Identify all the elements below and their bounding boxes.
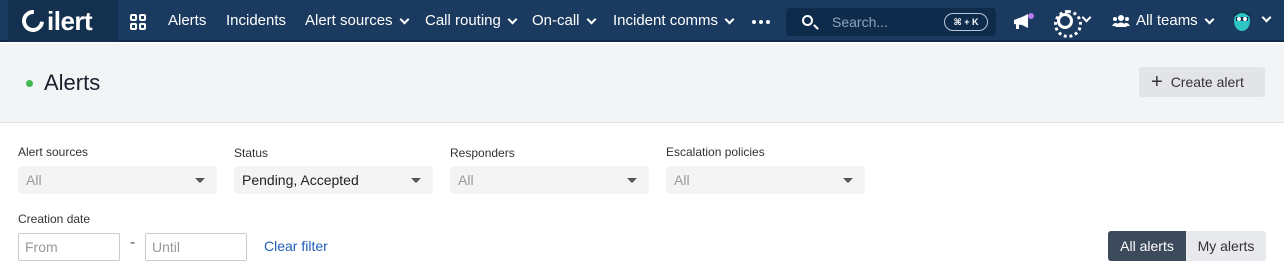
escalation-policies-select[interactable]: All: [666, 166, 865, 194]
clear-filter-link[interactable]: Clear filter: [264, 238, 328, 254]
chevron-down-icon: [586, 14, 596, 24]
dropdown-caret-icon: [843, 178, 853, 183]
search-placeholder: Search...: [832, 14, 889, 30]
chevron-down-icon[interactable]: [1261, 12, 1272, 23]
nav-alert-sources[interactable]: Alert sources: [305, 0, 409, 42]
logo-mark-icon: [17, 5, 49, 37]
my-alerts-toggle[interactable]: My alerts: [1186, 231, 1266, 261]
user-avatar[interactable]: [1232, 10, 1252, 32]
more-options-icon[interactable]: [752, 20, 770, 24]
nav-on-call[interactable]: On-call: [532, 0, 596, 42]
alert-sources-label: Alert sources: [18, 145, 89, 159]
chevron-down-icon: [507, 14, 518, 24]
escalation-policies-label: Escalation policies: [666, 145, 765, 159]
top-navbar: ilert Alerts Incidents Alert sources Cal…: [0, 0, 1284, 42]
nav-alerts[interactable]: Alerts: [168, 0, 206, 42]
ilert-logo[interactable]: ilert: [8, 0, 118, 42]
date-range-separator: -: [130, 234, 136, 251]
date-from-input[interactable]: From: [18, 233, 120, 261]
apps-grid-icon[interactable]: [130, 14, 146, 30]
status-label: Status: [234, 146, 269, 160]
nav-incidents[interactable]: Incidents: [226, 0, 286, 42]
teams-selector[interactable]: All teams: [1136, 0, 1215, 42]
create-alert-label: Create alert: [1170, 74, 1244, 90]
dropdown-caret-icon: [411, 178, 421, 183]
chevron-down-icon: [399, 14, 409, 24]
chevron-down-icon: [724, 14, 735, 24]
create-alert-button[interactable]: + Create alert: [1139, 67, 1265, 97]
responders-label: Responders: [450, 146, 515, 160]
teams-icon: [1112, 15, 1130, 27]
settings-gear-icon[interactable]: [1054, 10, 1082, 38]
dropdown-caret-icon: [627, 178, 637, 183]
nav-incident-comms[interactable]: Incident comms: [613, 0, 735, 42]
global-search-input[interactable]: Search... ⌘ + K: [786, 8, 996, 36]
search-icon: [802, 15, 813, 26]
plus-icon: +: [1151, 71, 1163, 93]
chevron-down-icon[interactable]: [1081, 12, 1092, 23]
logo-wordmark: ilert: [47, 6, 93, 36]
date-until-input[interactable]: Until: [145, 233, 247, 261]
status-indicator-dot: [26, 80, 33, 87]
alert-sources-select[interactable]: All: [18, 166, 217, 194]
announcements-megaphone-icon[interactable]: [1012, 12, 1034, 32]
page-header: Alerts + Create alert: [0, 44, 1284, 123]
status-select[interactable]: Pending, Accepted: [234, 166, 433, 194]
dropdown-caret-icon: [195, 178, 205, 183]
responders-select[interactable]: All: [450, 166, 649, 194]
nav-call-routing[interactable]: Call routing: [425, 0, 518, 42]
creation-date-label: Creation date: [18, 212, 91, 226]
chevron-down-icon: [1204, 14, 1215, 24]
all-alerts-toggle[interactable]: All alerts: [1108, 231, 1186, 261]
page-title: Alerts: [44, 70, 101, 95]
search-shortcut-badge: ⌘ + K: [944, 13, 988, 31]
